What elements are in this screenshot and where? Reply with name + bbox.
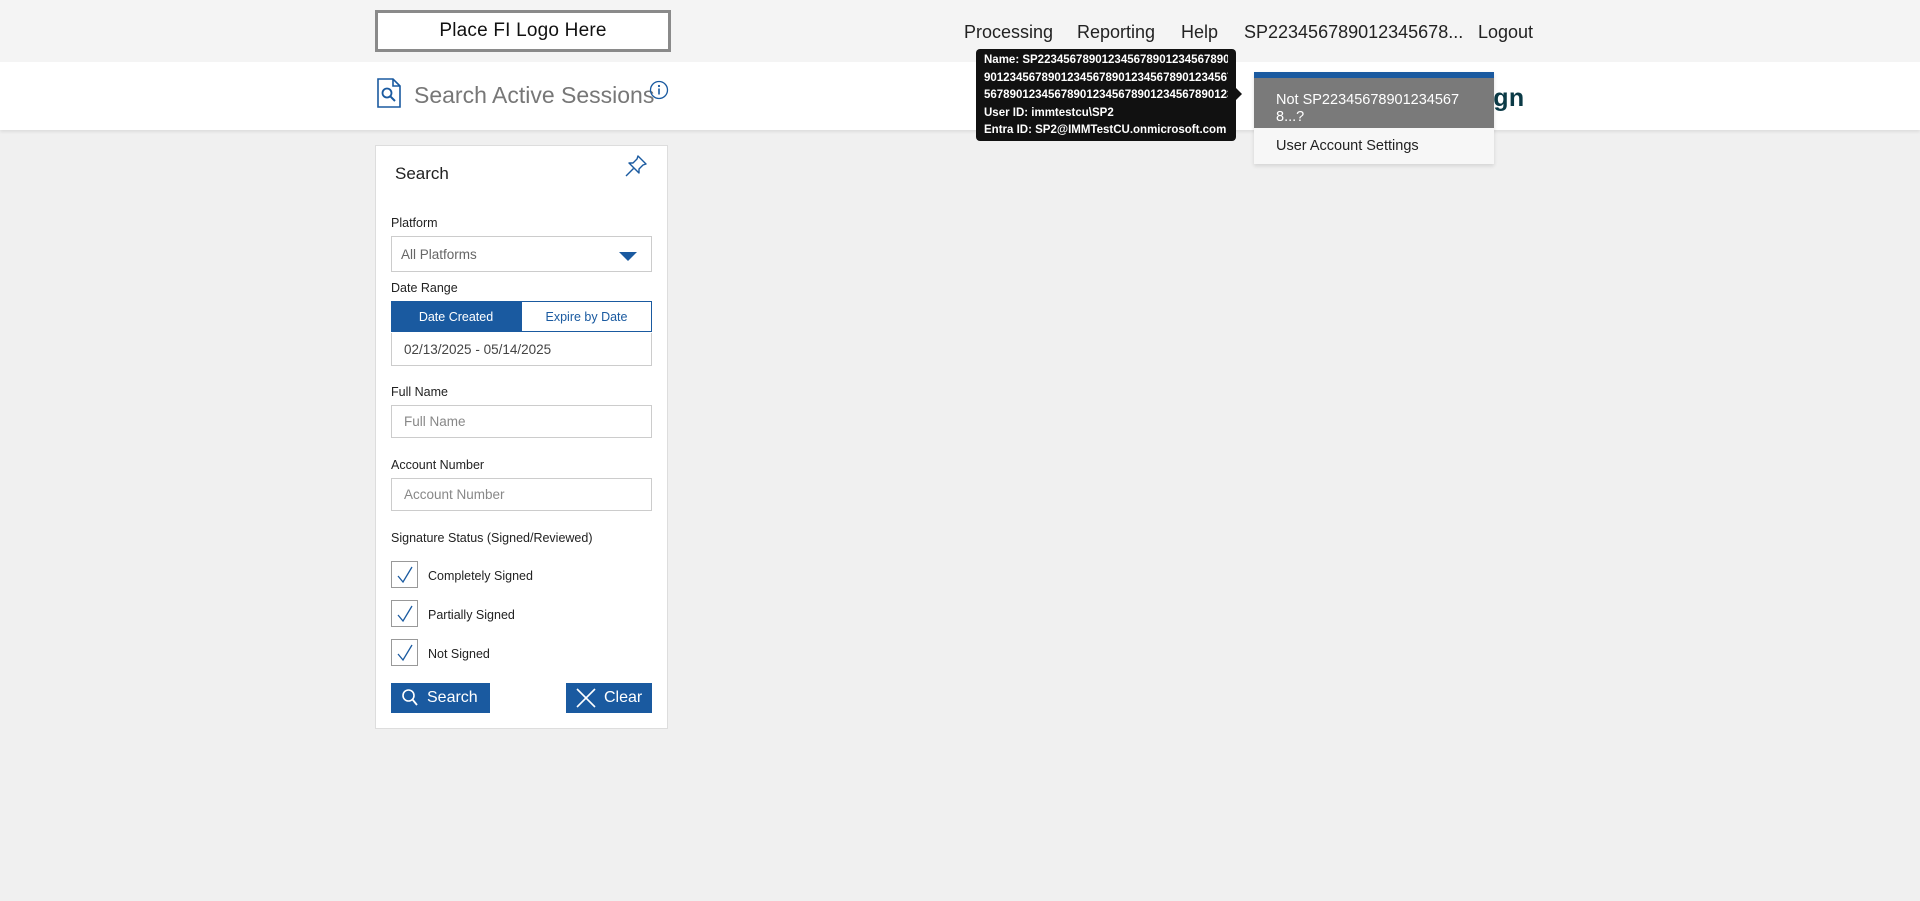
check-icon <box>397 605 413 623</box>
check-icon <box>397 644 413 662</box>
search-icon <box>402 689 418 706</box>
signature-status-label: Signature Status (Signed/Reviewed) <box>391 531 593 545</box>
nav-help[interactable]: Help <box>1181 22 1218 43</box>
user-dropdown-menu: Not SP22345678901234567 8...? User Accou… <box>1254 72 1494 164</box>
tab-expire-by-date[interactable]: Expire by Date <box>521 301 652 332</box>
not-signed-label: Not Signed <box>428 647 490 661</box>
nav-logout[interactable]: Logout <box>1478 22 1533 43</box>
partially-signed-label: Partially Signed <box>428 608 515 622</box>
nav-user-menu[interactable]: SP223456789012345678... <box>1244 22 1463 43</box>
chevron-down-icon <box>619 252 637 261</box>
tooltip-line: 5678901234567890123456789012345678901234… <box>984 89 1228 101</box>
clear-button-label: Clear <box>604 689 643 706</box>
platform-select[interactable]: All Platforms <box>391 236 652 272</box>
date-range-input[interactable] <box>391 333 652 366</box>
platform-label: Platform <box>391 216 438 230</box>
search-button-label: Search <box>427 689 478 706</box>
tooltip-arrow <box>1236 88 1242 100</box>
search-button[interactable]: Search <box>391 683 490 713</box>
partially-signed-checkbox[interactable] <box>391 600 418 627</box>
menu-item-not-user[interactable]: Not SP22345678901234567 8...? <box>1254 78 1494 128</box>
clear-button[interactable]: Clear <box>566 683 652 713</box>
menu-item-user-account-settings[interactable]: User Account Settings <box>1254 128 1494 164</box>
nav-processing[interactable]: Processing <box>964 22 1053 43</box>
info-icon[interactable] <box>649 80 669 100</box>
nav-reporting[interactable]: Reporting <box>1077 22 1155 43</box>
pin-icon[interactable] <box>623 153 649 179</box>
completely-signed-checkbox[interactable] <box>391 561 418 588</box>
full-name-label: Full Name <box>391 385 448 399</box>
tooltip-line: Name: SP22345678901234567890123456789012… <box>984 54 1228 66</box>
account-number-label: Account Number <box>391 458 485 472</box>
account-number-input[interactable] <box>391 478 652 511</box>
search-document-icon <box>377 78 401 108</box>
user-info-tooltip: Name: SP22345678901234567890123456789012… <box>976 49 1236 141</box>
platform-selected-value: All Platforms <box>401 247 477 262</box>
not-signed-checkbox[interactable] <box>391 639 418 666</box>
tooltip-user-id: User ID: immtestcu\SP2 <box>984 106 1114 119</box>
date-range-label: Date Range <box>391 281 458 295</box>
search-panel-title: Search <box>395 164 449 183</box>
full-name-input[interactable] <box>391 405 652 438</box>
check-icon <box>397 566 413 584</box>
page-header <box>0 62 1920 130</box>
close-icon <box>576 688 596 708</box>
tooltip-line: 9012345678901234567890123456789012345678… <box>984 71 1228 84</box>
fi-logo-placeholder[interactable]: Place FI Logo Here <box>375 10 671 52</box>
tooltip-entra-id: Entra ID: SP2@IMMTestCU.onmicrosoft.com <box>984 124 1227 136</box>
page-title: Search Active Sessions <box>414 82 655 108</box>
top-navigation-bar <box>0 0 1920 62</box>
tab-date-created[interactable]: Date Created <box>391 301 521 332</box>
completely-signed-label: Completely Signed <box>428 569 533 583</box>
